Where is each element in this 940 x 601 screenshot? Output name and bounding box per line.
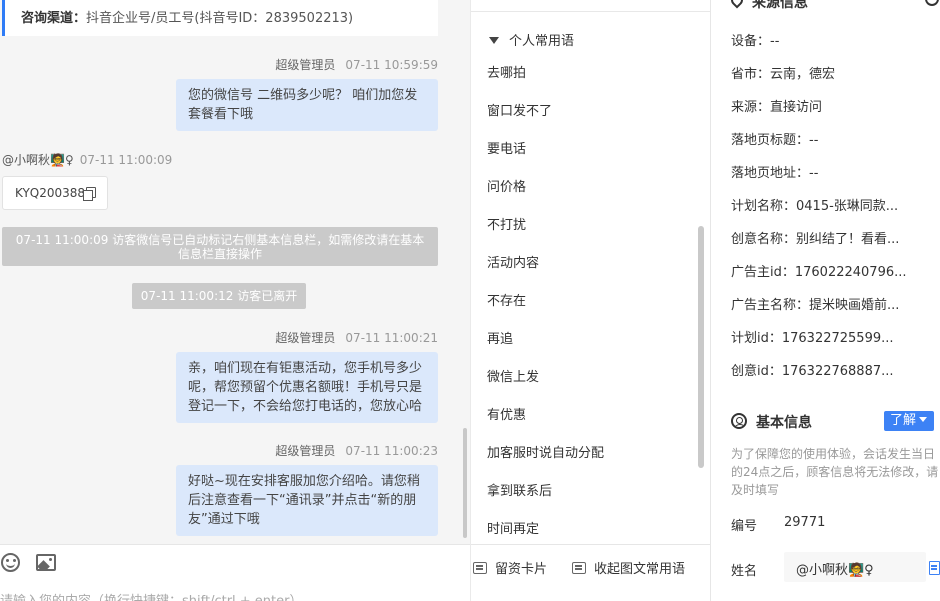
source-item: 广告主id：176022240796...: [731, 265, 907, 280]
card-icon: [572, 562, 586, 574]
source-item: 创意id：176322768887...: [731, 364, 894, 379]
smile-icon[interactable]: [1, 553, 20, 572]
name-label: 姓名: [731, 564, 758, 579]
collapse-phrases-label: 收起图文常用语: [594, 562, 686, 577]
source-item: 计划名称：0415-张琳同款...: [731, 199, 899, 214]
channel-label: 咨询渠道：: [21, 11, 87, 26]
phrases-toolbar: 留资卡片 收起图文常用语: [471, 544, 710, 601]
phrase-group-header[interactable]: 个人常用语: [489, 30, 574, 49]
basic-title-text: 基本信息: [756, 415, 812, 431]
document-icon[interactable]: [929, 561, 940, 575]
user-circle-icon: [731, 413, 747, 429]
id-value: 29771: [784, 515, 826, 530]
phrase-item[interactable]: 不存在: [487, 288, 604, 326]
source-item: 广告主名称：提米映画婚前...: [731, 298, 900, 313]
card-icon: [473, 562, 487, 574]
message-meta: 超级管理员 07-11 11:00:21: [275, 329, 438, 346]
lead-card-button[interactable]: 留资卡片: [473, 558, 547, 577]
source-section-title: 来源信息: [728, 0, 808, 12]
basic-section-title: 基本信息: [731, 412, 812, 432]
message-bubble: 亲，咱们现在有钜惠活动，您手机号多少呢，帮您预留个优惠名额哦！手机号只是登记一下…: [176, 352, 438, 423]
system-notice: 07-11 11:00:12 访客已离开: [132, 283, 306, 309]
caret-down-icon: [919, 417, 928, 422]
phrase-item[interactable]: 再追: [487, 326, 604, 364]
phrase-item[interactable]: 加客服时说自动分配: [487, 440, 604, 478]
channel-info: 咨询渠道：抖音企业号/员工号(抖音号ID：2839502213): [2, 0, 438, 36]
phrases-scrollbar[interactable]: [698, 226, 704, 468]
info-panel: 来源信息 设备：-- 省市：云南，德宏 来源：直接访问 落地页标题：-- 落地页…: [710, 0, 940, 601]
visitor-code-text: KYQ200388: [15, 186, 86, 200]
lead-card-label: 留资卡片: [495, 562, 548, 577]
system-notice: 07-11 11:00:09 访客微信号已自动标记右侧基本信息栏，如需修改请在基…: [2, 227, 438, 266]
phrase-item[interactable]: 有优惠: [487, 402, 604, 440]
phrases-panel: 个人常用语 去哪拍 窗口发不了 要电话 问价格 不打扰 活动内容 不存在 再追 …: [470, 0, 710, 601]
phrase-item[interactable]: 要电话: [487, 136, 604, 174]
source-item: 落地页地址：--: [731, 166, 819, 181]
source-title-text: 来源信息: [752, 0, 808, 11]
phrase-item[interactable]: 问价格: [487, 174, 604, 212]
chat-panel: 咨询渠道：抖音企业号/员工号(抖音号ID：2839502213) 超级管理员 07…: [0, 0, 470, 601]
collapse-phrases-button[interactable]: 收起图文常用语: [572, 558, 685, 577]
message-time: 07-11 11:00:09: [79, 153, 173, 167]
name-field[interactable]: @小啊秋🧑‍🏫♀: [784, 552, 926, 582]
phrase-item[interactable]: 微信上发: [487, 364, 604, 402]
message-sender: 超级管理员: [275, 331, 336, 345]
copy-icon[interactable]: [83, 187, 97, 201]
edit-notice: 为了保障您的使用体验，会话发生当日的24点之后，顾客信息将无法修改，请及时填写: [731, 447, 939, 497]
phrase-item[interactable]: 活动内容: [487, 250, 604, 288]
message-time: 07-11 10:59:59: [345, 58, 438, 72]
learn-more-dropdown[interactable]: 了解: [884, 411, 934, 431]
source-item: 来源：直接访问: [731, 100, 823, 115]
message-time: 07-11 11:00:23: [345, 444, 438, 458]
source-item: 落地页标题：--: [731, 133, 819, 148]
chat-scrollbar[interactable]: [463, 428, 467, 538]
message-meta: 超级管理员 07-11 10:59:59: [275, 56, 438, 73]
message-sender: 超级管理员: [275, 444, 336, 458]
source-item: 设备：--: [731, 34, 780, 49]
source-item: 创意名称：别纠结了！看看...: [731, 232, 900, 247]
message-bubble: 您的微信号 二维码多少呢？ 咱们加您发套餐看下哦: [176, 79, 438, 131]
phrase-group-title: 个人常用语: [509, 34, 575, 49]
message-bubble-visitor[interactable]: KYQ200388: [2, 176, 108, 210]
id-label: 编号: [731, 519, 758, 534]
phrase-item[interactable]: 不打扰: [487, 212, 604, 250]
message-sender: 超级管理员: [275, 58, 336, 72]
message-sender: @小啊秋🧑‍🏫♀: [2, 153, 74, 167]
learn-more-label: 了解: [890, 413, 917, 428]
message-meta: @小啊秋🧑‍🏫♀ 07-11 11:00:09: [2, 151, 172, 168]
caret-down-icon: [489, 37, 499, 44]
source-item: 省市：云南，德宏: [731, 67, 836, 82]
settings-icon[interactable]: [925, 0, 939, 6]
message-time: 07-11 11:00:21: [345, 331, 438, 345]
phrase-item[interactable]: 拿到联系后: [487, 478, 604, 516]
message-meta: 超级管理员 07-11 11:00:23: [275, 442, 438, 459]
image-icon[interactable]: [36, 554, 56, 571]
phrase-list: 去哪拍 窗口发不了 要电话 问价格 不打扰 活动内容 不存在 再追 微信上发 有…: [487, 60, 604, 554]
phrase-item[interactable]: 去哪拍: [487, 60, 604, 98]
message-input[interactable]: 请输入您的内容（换行快捷键：shift/ctrl + enter）: [0, 590, 303, 601]
channel-value: 抖音企业号/员工号(抖音号ID：2839502213): [86, 11, 354, 26]
source-item: 计划id：176322725599...: [731, 331, 894, 346]
source-list: 设备：-- 省市：云南，德宏 来源：直接访问 落地页标题：-- 落地页地址：--…: [731, 30, 907, 393]
location-pin-icon: [728, 0, 746, 9]
message-bubble: 好哒~现在安排客服加您介绍哈。请您稍后注意查看一下“通讯录”并点击“新的朋友”通…: [176, 465, 438, 536]
phrase-item[interactable]: 窗口发不了: [487, 98, 604, 136]
divider: [471, 11, 710, 12]
